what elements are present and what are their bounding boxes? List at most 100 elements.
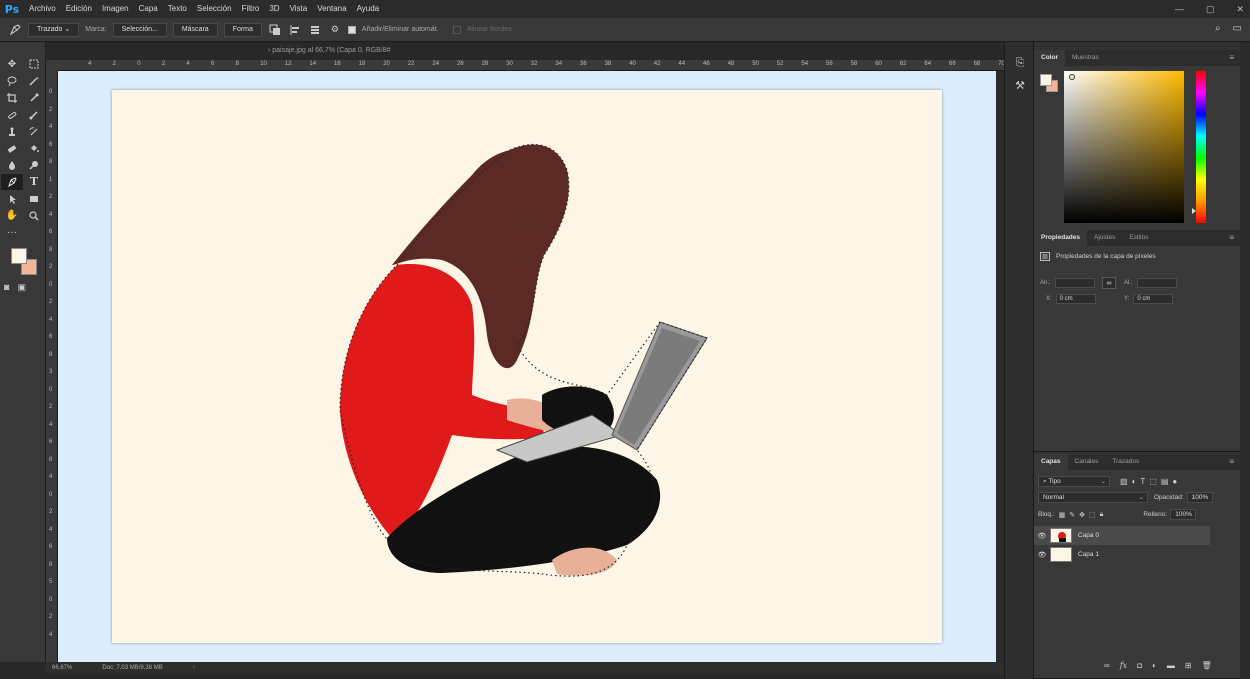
panel-menu-icon[interactable]: ≡: [1229, 454, 1234, 470]
zoom-tool-icon[interactable]: [23, 207, 45, 224]
menu-archivo[interactable]: Archivo: [24, 0, 61, 18]
y-input[interactable]: 0 cm: [1133, 294, 1174, 304]
menu-3d[interactable]: 3D: [264, 0, 284, 18]
brush-settings-icon[interactable]: ⚒: [1005, 74, 1035, 96]
dodge-tool-icon[interactable]: [23, 157, 45, 174]
document-tab[interactable]: › paisaje.jpg al 66,7% (Capa 0, RGB/8#: [256, 42, 403, 60]
path-alignment-icon[interactable]: [288, 23, 302, 37]
photoshop-logo[interactable]: Ps: [0, 0, 24, 18]
search-icon[interactable]: ⌕: [1215, 23, 1221, 34]
layer-row[interactable]: 👁︎ Capa 0: [1034, 526, 1210, 545]
color-fg-swatch[interactable]: [1040, 74, 1052, 86]
mode-select[interactable]: Trazado ⌄: [28, 22, 80, 37]
tab-propiedades[interactable]: Propiedades: [1034, 230, 1088, 246]
align-edges-checkbox[interactable]: [452, 25, 461, 34]
tab-muestras[interactable]: Muestras: [1065, 50, 1106, 66]
lock-position-icon[interactable]: ✥: [1079, 511, 1085, 519]
hue-slider[interactable]: [1196, 71, 1206, 223]
blend-mode-select[interactable]: Normal ⌄: [1038, 492, 1148, 503]
filter-pixel-icon[interactable]: ▨: [1120, 477, 1128, 486]
pen-tool-icon[interactable]: [1, 173, 23, 191]
quick-mask-icon[interactable]: ◙: [4, 282, 9, 293]
eye-icon[interactable]: 👁︎: [1034, 532, 1050, 540]
menu-imagen[interactable]: Imagen: [97, 0, 134, 18]
clone-stamp-tool-icon[interactable]: [1, 123, 23, 140]
filter-smart-icon[interactable]: ▤: [1161, 477, 1169, 486]
maximize-button[interactable]: ▢: [1206, 4, 1215, 15]
tab-ajustes[interactable]: Ajustes: [1087, 230, 1122, 246]
path-arrangement-icon[interactable]: [308, 23, 322, 37]
menu-edicion[interactable]: Edición: [61, 0, 97, 18]
menu-seleccion[interactable]: Selección: [192, 0, 237, 18]
menu-ayuda[interactable]: Ayuda: [352, 0, 385, 18]
brush-tool-icon[interactable]: [23, 106, 45, 123]
forma-button[interactable]: Forma: [223, 22, 262, 37]
lock-artboard-icon[interactable]: ⬚: [1089, 511, 1096, 519]
width-input[interactable]: [1054, 278, 1095, 288]
foreground-color-swatch[interactable]: [11, 248, 27, 264]
workspace-icon[interactable]: ▭: [1233, 23, 1242, 34]
hand-tool-icon[interactable]: ✋: [1, 207, 23, 224]
document-canvas[interactable]: [112, 90, 942, 643]
panel-menu-icon[interactable]: ≡: [1229, 50, 1234, 66]
move-tool-icon[interactable]: ✥: [1, 56, 23, 73]
menu-filtro[interactable]: Filtro: [237, 0, 265, 18]
menu-texto[interactable]: Texto: [163, 0, 192, 18]
eraser-tool-icon[interactable]: [1, 140, 23, 157]
height-input[interactable]: [1136, 278, 1177, 288]
more-tools-icon[interactable]: ···: [1, 224, 23, 241]
link-layers-icon[interactable]: ∞: [1104, 661, 1110, 670]
rectangle-tool-icon[interactable]: [23, 190, 45, 207]
new-layer-icon[interactable]: ⊞: [1185, 661, 1192, 670]
type-tool-icon[interactable]: T: [23, 174, 45, 191]
seleccion-button[interactable]: Selección...: [112, 22, 167, 37]
opacity-input[interactable]: 100%: [1186, 492, 1213, 503]
lock-transparent-icon[interactable]: ▦: [1059, 511, 1066, 519]
history-brush-tool-icon[interactable]: [23, 123, 45, 140]
pen-tool-preset-icon[interactable]: [8, 23, 22, 37]
add-mask-icon[interactable]: ◘: [1137, 661, 1142, 670]
hue-slider-marker[interactable]: [1192, 208, 1196, 214]
path-selection-tool-icon[interactable]: [1, 190, 23, 207]
status-menu-icon[interactable]: ›: [193, 665, 195, 671]
filter-toggle-icon[interactable]: ●: [1172, 477, 1177, 486]
auto-add-checkbox[interactable]: [347, 25, 356, 34]
mascara-button[interactable]: Máscara: [172, 22, 218, 37]
fx-icon[interactable]: fx: [1120, 661, 1127, 670]
lock-all-icon[interactable]: 🔒︎: [1100, 511, 1104, 519]
filter-type-icon[interactable]: T: [1140, 477, 1145, 486]
tab-capas[interactable]: Capas: [1034, 454, 1068, 470]
layer-row[interactable]: 👁︎ Capa 1: [1034, 545, 1210, 564]
lock-image-icon[interactable]: ✎: [1069, 511, 1075, 519]
crop-tool-icon[interactable]: [1, 90, 23, 107]
layer-filter-select[interactable]: ⌕ Tipo ⌄: [1038, 476, 1110, 487]
history-panel-icon[interactable]: ⎘: [1005, 52, 1035, 74]
minimize-button[interactable]: —: [1175, 4, 1184, 14]
color-field[interactable]: [1064, 71, 1184, 223]
menu-ventana[interactable]: Ventana: [312, 0, 351, 18]
color-picker-cursor[interactable]: [1069, 74, 1075, 80]
trash-icon[interactable]: 🗑︎: [1202, 661, 1212, 670]
eye-icon[interactable]: 👁︎: [1034, 551, 1050, 559]
screen-mode-icon[interactable]: ▣: [17, 282, 26, 293]
tab-estilos[interactable]: Estilos: [1122, 230, 1155, 246]
new-group-icon[interactable]: ▬: [1167, 661, 1175, 670]
close-button[interactable]: ✕: [1236, 4, 1244, 15]
fill-input[interactable]: 100%: [1170, 509, 1197, 520]
marquee-tool-icon[interactable]: [23, 56, 45, 73]
magic-wand-tool-icon[interactable]: ✦: [23, 73, 45, 90]
vertical-ruler[interactable]: 0 2 4 6 8 1 2 4 6 8 2 0 2 4 6 8 3 0 2 4 6 8 4 0 2 4 6 8 5 0 2 4: [46, 71, 58, 663]
healing-brush-tool-icon[interactable]: [1, 106, 23, 123]
menu-vista[interactable]: Vista: [285, 0, 313, 18]
vertical-scrollbar[interactable]: [996, 71, 1004, 662]
gear-icon[interactable]: ⚙: [328, 23, 342, 37]
lasso-tool-icon[interactable]: [1, 73, 23, 90]
tab-color[interactable]: Color: [1034, 50, 1065, 66]
menu-capa[interactable]: Capa: [134, 0, 163, 18]
blur-tool-icon[interactable]: [1, 157, 23, 174]
link-dimensions-icon[interactable]: ∞: [1102, 277, 1116, 289]
horizontal-ruler[interactable]: 4 2 0 2 4 6 8 10 12 14 16 18 20 22 24 26 28 30 32 34 36 38 40 4…: [58, 60, 1005, 71]
filter-shape-icon[interactable]: ⬚: [1149, 477, 1157, 486]
tab-trazados[interactable]: Trazados: [1105, 454, 1146, 470]
zoom-level[interactable]: 66,67%: [52, 665, 72, 671]
